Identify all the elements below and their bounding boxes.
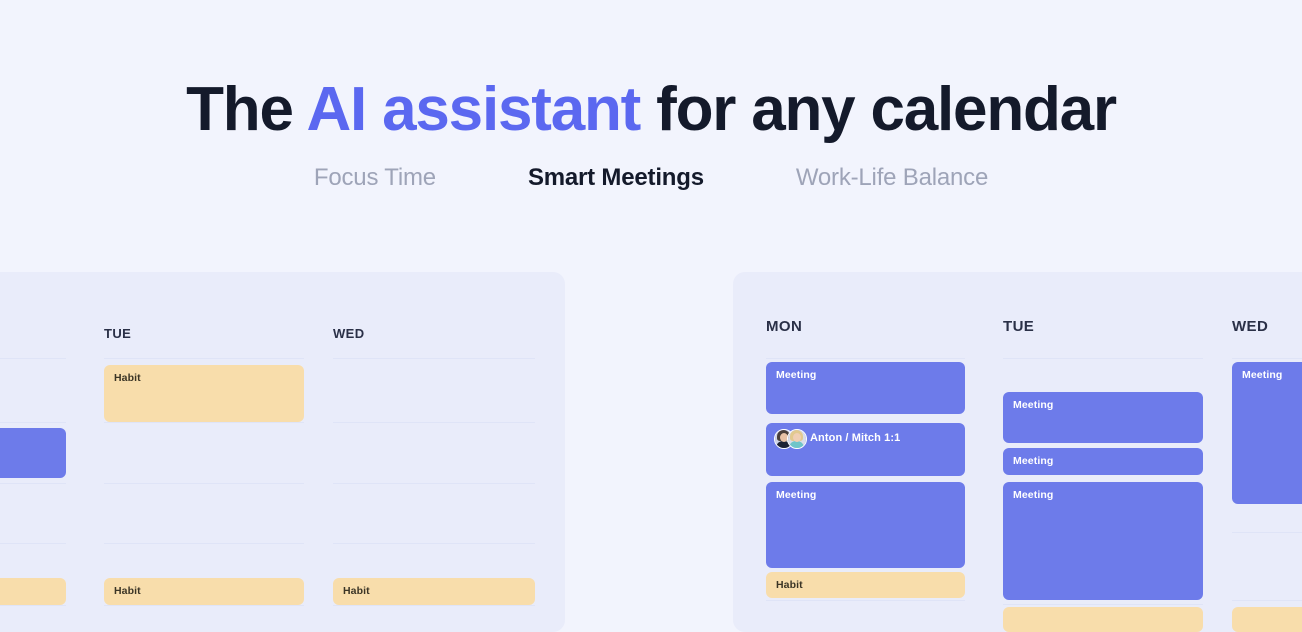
calendar-event-anton-mitch[interactable]: Anton / Mitch 1:1 bbox=[766, 423, 965, 476]
gridline bbox=[766, 600, 965, 601]
gridline bbox=[1232, 532, 1302, 533]
calendar-event-title: Meeting bbox=[1013, 489, 1054, 501]
calendar-event[interactable]: Meeting bbox=[1003, 392, 1203, 443]
calendar-column-mon-right: MON Meeting Anton / Mitch 1:1 Meeting Ha… bbox=[766, 272, 965, 632]
calendar-event[interactable]: Meeting bbox=[1232, 362, 1302, 504]
gridline bbox=[333, 422, 535, 423]
calendar-event[interactable]: Habit bbox=[104, 578, 304, 605]
gridline bbox=[333, 605, 535, 606]
calendar-event[interactable] bbox=[0, 428, 66, 478]
feature-tabs: Focus Time Smart Meetings Work-Life Bala… bbox=[0, 158, 1302, 198]
gridline bbox=[0, 605, 66, 606]
calendar-event[interactable]: Meeting bbox=[1003, 482, 1203, 600]
calendar-event-title: Habit bbox=[114, 585, 141, 597]
gridline bbox=[104, 358, 304, 359]
calendar-column-wed-left: WED Habit bbox=[333, 272, 535, 632]
headline-prefix: The bbox=[186, 74, 307, 144]
calendar-day-header: WED bbox=[1232, 318, 1269, 335]
calendar-column-wed-right: WED Meeting Habit bbox=[1232, 272, 1302, 632]
gridline bbox=[1003, 604, 1203, 605]
calendar-card-after: MON Meeting Anton / Mitch 1:1 Meeting Ha… bbox=[733, 272, 1302, 632]
gridline bbox=[0, 422, 66, 423]
calendar-event[interactable]: Meeting bbox=[1003, 448, 1203, 475]
gridline bbox=[104, 605, 304, 606]
calendar-event[interactable]: Habit bbox=[104, 365, 304, 422]
calendar-event[interactable]: Meeting bbox=[766, 482, 965, 568]
avatar bbox=[787, 429, 807, 449]
gridline bbox=[104, 483, 304, 484]
calendar-card-before: Habit TUE Habit Habit WED Habit bbox=[0, 272, 565, 632]
calendar-event-title: Habit bbox=[343, 585, 370, 597]
calendar-event-title: Meeting bbox=[1242, 369, 1283, 381]
calendar-day-header: WED bbox=[333, 326, 365, 341]
headline-accent: AI assistant bbox=[306, 74, 641, 144]
avatar-group bbox=[774, 429, 812, 449]
calendar-event-title: Meeting bbox=[1013, 399, 1054, 411]
calendar-day-header: TUE bbox=[1003, 318, 1035, 335]
hero-section: The AI assistant for any calendar Focus … bbox=[0, 0, 1302, 268]
calendar-event-title: Meeting bbox=[776, 489, 817, 501]
gridline bbox=[333, 358, 535, 359]
gridline bbox=[1232, 358, 1302, 359]
calendar-column-tue-left: TUE Habit Habit bbox=[104, 272, 304, 632]
headline-suffix: for any calendar bbox=[640, 74, 1117, 144]
gridline bbox=[766, 358, 965, 359]
calendar-day-header: MON bbox=[766, 318, 803, 335]
tab-work-life-balance[interactable]: Work-Life Balance bbox=[796, 158, 988, 198]
gridline bbox=[333, 483, 535, 484]
calendar-column-mon-left: Habit bbox=[0, 272, 66, 632]
calendar-day-header: TUE bbox=[104, 326, 132, 341]
gridline bbox=[0, 358, 66, 359]
calendar-column-tue-right: TUE Meeting Meeting Meeting Habit bbox=[1003, 272, 1203, 632]
calendar-event-title: Habit bbox=[776, 579, 803, 591]
calendar-event-title: Meeting bbox=[776, 369, 817, 381]
calendar-event[interactable]: Habit bbox=[0, 578, 66, 605]
calendar-event[interactable]: Meeting bbox=[766, 362, 965, 414]
gridline bbox=[104, 543, 304, 544]
calendar-event[interactable]: Habit bbox=[333, 578, 535, 605]
gridline bbox=[1232, 600, 1302, 601]
calendar-event[interactable]: Habit bbox=[766, 572, 965, 598]
gridline bbox=[104, 422, 304, 423]
gridline bbox=[0, 483, 66, 484]
tab-focus-time[interactable]: Focus Time bbox=[314, 158, 436, 198]
calendar-event-title: Habit bbox=[114, 372, 141, 384]
gridline bbox=[1003, 358, 1203, 359]
calendar-event-title: Anton / Mitch 1:1 bbox=[810, 432, 901, 444]
gridline bbox=[0, 543, 66, 544]
calendar-event[interactable]: Habit bbox=[1232, 607, 1302, 632]
calendar-event[interactable]: Habit bbox=[1003, 607, 1203, 632]
gridline bbox=[333, 543, 535, 544]
page-title: The AI assistant for any calendar bbox=[0, 70, 1302, 150]
tab-smart-meetings[interactable]: Smart Meetings bbox=[528, 158, 704, 198]
calendar-event-title: Meeting bbox=[1013, 455, 1054, 467]
